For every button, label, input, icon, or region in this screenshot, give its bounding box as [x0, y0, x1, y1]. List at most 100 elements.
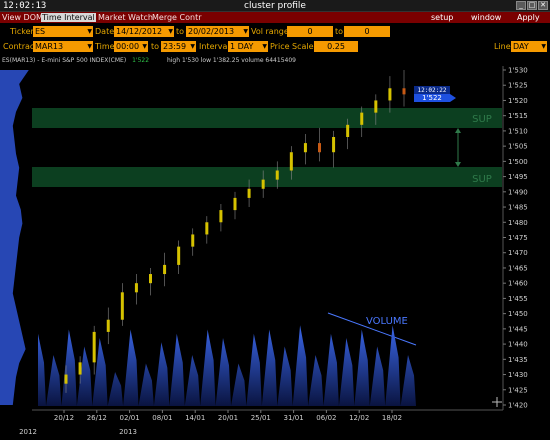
menu-merge-contr[interactable]: Merge Contr: [152, 13, 202, 22]
candle-body: [261, 179, 265, 189]
candle-body: [120, 292, 124, 320]
chevron-down-icon: ▼: [243, 28, 248, 35]
candle-body: [163, 264, 167, 275]
chart-stats: high 1'530 low 1'382.25 volume 64415409: [166, 57, 296, 64]
menu-time-interval[interactable]: Time Interval: [41, 13, 96, 22]
candle-body: [289, 152, 293, 171]
y-tick-label: 1'525: [508, 82, 528, 90]
x-year-label: 2013: [119, 428, 137, 436]
y-tick-label: 1'510: [508, 127, 528, 135]
time-to-value: 23:59: [163, 42, 187, 51]
ticker-select[interactable]: ES ▼: [33, 26, 93, 37]
chevron-down-icon: ▼: [190, 43, 195, 50]
y-tick-label: 1'485: [508, 204, 528, 212]
time-from-select[interactable]: 00:00 ▼: [114, 41, 148, 52]
vol-from-input[interactable]: 0: [287, 26, 333, 37]
contract-value: MAR13: [35, 42, 64, 51]
support-label-upper: SUP: [472, 114, 492, 125]
x-tick-label: 20/12: [54, 414, 74, 422]
x-tick-label: 02/01: [120, 414, 140, 422]
close-button[interactable]: ✕: [538, 1, 548, 10]
minimize-button[interactable]: _: [516, 1, 526, 10]
y-tick-label: 1'520: [508, 97, 528, 105]
candle-body: [233, 197, 237, 211]
support-band-upper: [32, 108, 502, 128]
chevron-down-icon: ▼: [541, 43, 546, 50]
vol-to-input[interactable]: 0: [344, 26, 390, 37]
volume-label: VOLUME: [366, 316, 408, 327]
y-tick-label: 1'455: [508, 295, 528, 303]
y-tick-label: 1'435: [508, 356, 528, 364]
date-to-select[interactable]: 20/02/2013 ▼: [186, 26, 249, 37]
candle-body: [92, 331, 96, 363]
interval-label: Interval: [199, 42, 230, 51]
y-tick-label: 1'475: [508, 234, 528, 242]
chevron-down-icon: ▼: [262, 43, 267, 50]
y-tick-label: 1'425: [508, 386, 528, 394]
menu-bar: View DOM Time Interval Market Watch Merg…: [0, 12, 550, 23]
time-to-label: to: [151, 42, 160, 51]
contract-select[interactable]: MAR13 ▼: [33, 41, 93, 52]
y-tick-label: 1'420: [508, 402, 528, 410]
y-tick-label: 1'460: [508, 280, 528, 288]
support-band-lower: [32, 167, 502, 187]
candle-body: [78, 362, 82, 375]
menu-apply[interactable]: Apply: [517, 13, 540, 22]
time-from-value: 00:00: [116, 42, 140, 51]
date-from-select[interactable]: 14/12/2012 ▼: [114, 26, 174, 37]
line-value: DAY: [513, 42, 529, 51]
candle-body: [374, 100, 378, 113]
menu-market-watch[interactable]: Market Watch: [98, 13, 153, 22]
vol-range-label: Vol range: [251, 27, 289, 36]
time-to-select[interactable]: 23:59 ▼: [161, 41, 196, 52]
vol-to-label: to: [335, 27, 344, 36]
x-tick-label: 26/12: [87, 414, 107, 422]
x-tick-label: 20/01: [218, 414, 238, 422]
candle-body: [64, 374, 68, 384]
y-tick-label: 1'530: [508, 67, 528, 75]
interval-value: 1 DAY: [230, 42, 254, 51]
y-tick-label: 1'445: [508, 325, 528, 333]
menu-setup[interactable]: setup: [431, 13, 453, 22]
interval-select[interactable]: 1 DAY ▼: [228, 41, 268, 52]
y-tick-label: 1'495: [508, 173, 528, 181]
menu-view-dom[interactable]: View DOM: [2, 13, 43, 22]
date-from-value: 14/12/2012: [116, 27, 163, 36]
chart-header: ES(MAR13) - E-mini S&P 500 INDEX(CME) 1'…: [2, 57, 296, 64]
x-tick-label: 14/01: [185, 414, 205, 422]
chevron-down-icon: ▼: [87, 28, 92, 35]
candle-body: [388, 88, 392, 101]
x-year-label: 2012: [19, 428, 37, 436]
tooltip-price: 1'522: [422, 94, 442, 102]
ticker-value: ES: [35, 27, 46, 36]
x-tick-label: 12/02: [349, 414, 369, 422]
candle-body: [177, 246, 181, 265]
y-tick-label: 1'465: [508, 264, 528, 272]
y-tick-label: 1'450: [508, 310, 528, 318]
maximize-button[interactable]: □: [527, 1, 537, 10]
price-scale-input[interactable]: 0.25: [314, 41, 358, 52]
candle-body: [332, 137, 336, 153]
date-label: Date: [95, 27, 115, 36]
chart-area[interactable]: SUP SUP VOLUME 1'530 1'525 1'520 1'515 1'510…: [0, 56, 550, 440]
line-select[interactable]: DAY ▼: [511, 41, 547, 52]
y-tick-label: 1'505: [508, 143, 528, 151]
chevron-down-icon: ▼: [87, 43, 92, 50]
support-label-lower: SUP: [472, 174, 492, 185]
y-tick-label: 1'440: [508, 341, 528, 349]
x-tick-label: 06/02: [316, 414, 336, 422]
chevron-down-icon: ▼: [168, 28, 173, 35]
candle-body: [247, 188, 251, 198]
x-tick-label: 31/01: [284, 414, 304, 422]
y-tick-label: 1'490: [508, 188, 528, 196]
candle-body: [303, 143, 307, 153]
chevron-down-icon: ▼: [142, 43, 147, 50]
candle-body: [402, 88, 406, 95]
menu-window[interactable]: window: [471, 13, 501, 22]
candle-body: [191, 234, 195, 247]
date-to-label: to: [176, 27, 185, 36]
ticker-label: Ticker: [10, 27, 34, 36]
chart-svg[interactable]: SUP SUP VOLUME 1'530 1'525 1'520 1'515 1'510…: [0, 56, 550, 440]
window-title: cluster profile: [244, 1, 306, 11]
crosshair-icon: [492, 397, 502, 407]
